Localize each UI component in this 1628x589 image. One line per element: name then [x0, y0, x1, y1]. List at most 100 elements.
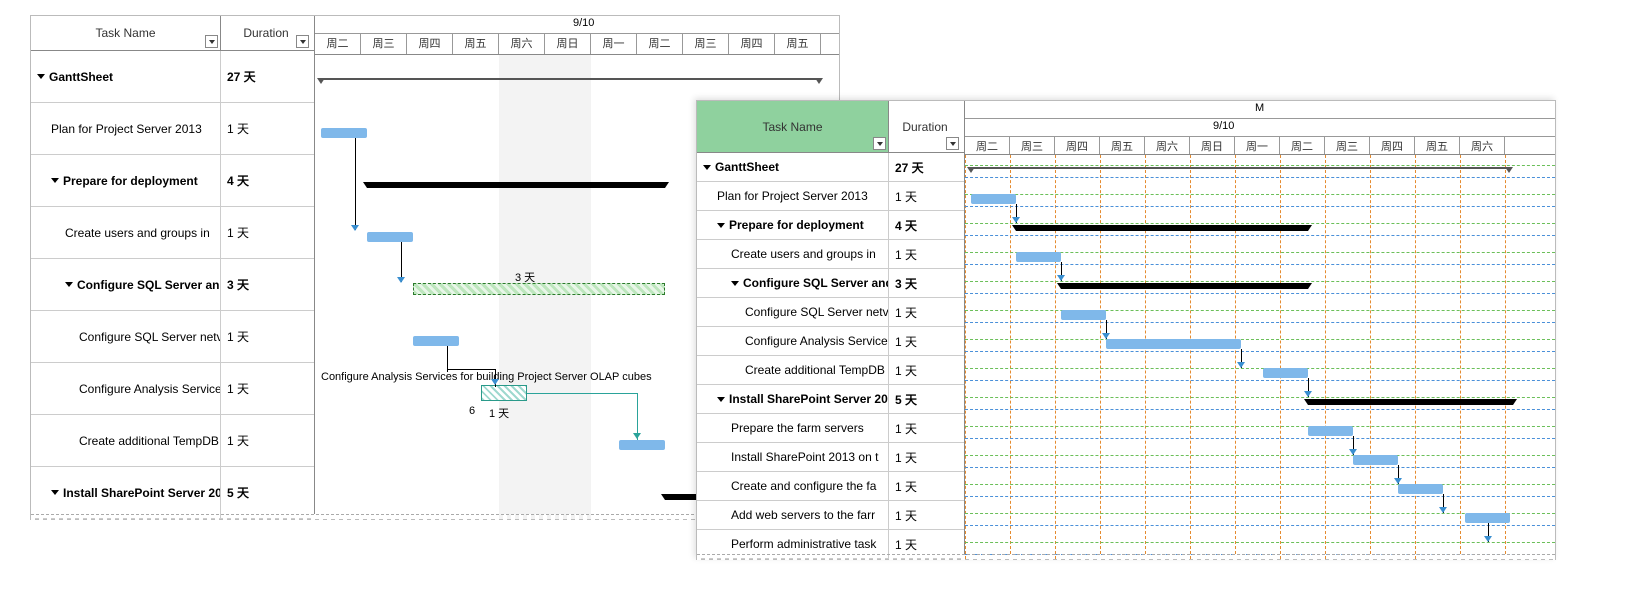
- col-duration[interactable]: Duration: [889, 101, 961, 152]
- summary-bar[interactable]: [971, 167, 1509, 169]
- task-duration: 1 天: [889, 356, 961, 384]
- task-bar[interactable]: [1106, 339, 1241, 349]
- day-header: 周二: [637, 34, 683, 54]
- task-duration: 1 天: [889, 327, 961, 355]
- summary-bar[interactable]: [367, 182, 665, 188]
- task-name: Create additional TempDB: [79, 434, 219, 448]
- task-name: Plan for Project Server 2013: [717, 189, 868, 203]
- task-bar[interactable]: [1016, 252, 1061, 262]
- task-duration: 5 天: [889, 385, 961, 413]
- task-name: Install SharePoint 2013 on t: [731, 450, 878, 464]
- day-header: 周六: [1145, 137, 1190, 154]
- expand-caret-icon[interactable]: [51, 178, 59, 183]
- table-row[interactable]: GanttSheet27 天: [31, 51, 314, 103]
- day-header: 周日: [1190, 137, 1235, 154]
- table-row[interactable]: Install SharePoint Server 205 天: [697, 385, 964, 414]
- table-row[interactable]: Create additional TempDB1 天: [31, 415, 314, 467]
- table-row[interactable]: Configure SQL Server netv1 天: [697, 298, 964, 327]
- arrow-down-icon: [1237, 362, 1245, 368]
- day-header: 周三: [1325, 137, 1370, 154]
- table-row[interactable]: Prepare the farm servers1 天: [697, 414, 964, 443]
- summary-bar[interactable]: [1308, 399, 1513, 405]
- expand-caret-icon[interactable]: [51, 490, 59, 495]
- gantt-panel-right: Task Name Duration GanttSheet27 天Plan fo…: [696, 100, 1556, 560]
- task-name: Configure SQL Server and A: [77, 278, 221, 292]
- day-header: 周三: [1010, 137, 1055, 154]
- table-row[interactable]: Configure SQL Server netv1 天: [31, 311, 314, 363]
- task-bar[interactable]: [1061, 310, 1106, 320]
- col-task-name[interactable]: Task Name: [31, 16, 221, 50]
- table-row[interactable]: Plan for Project Server 20131 天: [697, 182, 964, 211]
- table-row[interactable]: Configure SQL Server and A3 天: [31, 259, 314, 311]
- day-header: 周四: [1370, 137, 1415, 154]
- day-header: 周五: [1100, 137, 1145, 154]
- filter-icon[interactable]: [873, 137, 886, 150]
- expand-caret-icon[interactable]: [717, 223, 725, 228]
- task-bar[interactable]: [971, 194, 1016, 204]
- timeline[interactable]: M 9/10 周二周三周四周五周六周日周一周二周三周四周五周六: [965, 101, 1555, 559]
- task-bar[interactable]: [1398, 484, 1443, 494]
- progress-bar[interactable]: [413, 283, 665, 295]
- table-row[interactable]: Install SharePoint Server 205 天: [31, 467, 314, 519]
- summary-bar[interactable]: [321, 78, 819, 80]
- table-row[interactable]: Prepare for deployment4 天: [697, 211, 964, 240]
- table-row[interactable]: Prepare for deployment4 天: [31, 155, 314, 207]
- col-task-name-label: Task Name: [762, 120, 822, 134]
- table-row[interactable]: Create additional TempDB1 天: [697, 356, 964, 385]
- hatched-bar[interactable]: [481, 385, 527, 401]
- expand-caret-icon[interactable]: [703, 165, 711, 170]
- task-name: Plan for Project Server 2013: [51, 122, 202, 136]
- task-duration: 4 天: [221, 155, 311, 206]
- task-duration: 1 天: [221, 103, 311, 154]
- task-bar[interactable]: [413, 336, 459, 346]
- col-task-name[interactable]: Task Name: [697, 101, 889, 152]
- timescale-major-label: M: [1255, 102, 1264, 114]
- summary-bar[interactable]: [1016, 225, 1308, 231]
- task-duration: 1 天: [889, 443, 961, 471]
- task-bar[interactable]: [367, 232, 413, 242]
- timescale-label: 9/10: [1213, 120, 1234, 132]
- day-header: 周一: [1235, 137, 1280, 154]
- timescale-label: 9/10: [573, 17, 594, 29]
- dependency-link: [527, 393, 637, 394]
- filter-icon[interactable]: [946, 137, 959, 150]
- task-name: GanttSheet: [715, 160, 779, 174]
- table-row[interactable]: Install SharePoint 2013 on t 1 天: [697, 443, 964, 472]
- table-row[interactable]: Configure SQL Server and A3 天: [697, 269, 964, 298]
- filter-icon[interactable]: [205, 35, 218, 48]
- table-row[interactable]: Plan for Project Server 2013 1 天: [31, 103, 314, 155]
- bar-annotation: Configure Analysis Services for building…: [321, 371, 652, 383]
- col-duration-label: Duration: [243, 26, 288, 40]
- table-row[interactable]: Create users and groups in1 天: [697, 240, 964, 269]
- col-duration[interactable]: Duration: [221, 16, 311, 50]
- task-bar[interactable]: [321, 128, 367, 138]
- task-name: Create users and groups in: [731, 247, 876, 261]
- arrow-down-icon: [351, 225, 359, 231]
- day-header: 周五: [1415, 137, 1460, 154]
- table-row[interactable]: Create users and groups in1 天: [31, 207, 314, 259]
- table-row[interactable]: Create and configure the fa1 天: [697, 472, 964, 501]
- table-row[interactable]: GanttSheet 27 天: [697, 153, 964, 182]
- task-bar[interactable]: [1308, 426, 1353, 436]
- day-header: 周五: [775, 34, 821, 54]
- task-duration: 1 天: [889, 501, 961, 529]
- expand-caret-icon[interactable]: [37, 74, 45, 79]
- table-row[interactable]: Configure Analysis Service1 天: [697, 327, 964, 356]
- expand-caret-icon[interactable]: [717, 397, 725, 402]
- arrow-down-icon: [1439, 507, 1447, 513]
- filter-icon[interactable]: [296, 35, 309, 48]
- task-bar[interactable]: [1263, 368, 1308, 378]
- table-row[interactable]: Add web servers to the farr1 天: [697, 501, 964, 530]
- task-duration: 27 天: [889, 153, 961, 181]
- task-name: Perform administrative task: [731, 537, 876, 551]
- table-row[interactable]: Configure Analysis Service1 天: [31, 363, 314, 415]
- task-bar[interactable]: [619, 440, 665, 450]
- task-bar[interactable]: [1465, 513, 1510, 523]
- task-name: Install SharePoint Server 20: [729, 392, 888, 406]
- day-header: 周六: [499, 34, 545, 54]
- col-task-name-label: Task Name: [95, 26, 155, 40]
- summary-bar[interactable]: [1061, 283, 1308, 289]
- expand-caret-icon[interactable]: [65, 282, 73, 287]
- expand-caret-icon[interactable]: [731, 281, 739, 286]
- task-bar[interactable]: [1353, 455, 1398, 465]
